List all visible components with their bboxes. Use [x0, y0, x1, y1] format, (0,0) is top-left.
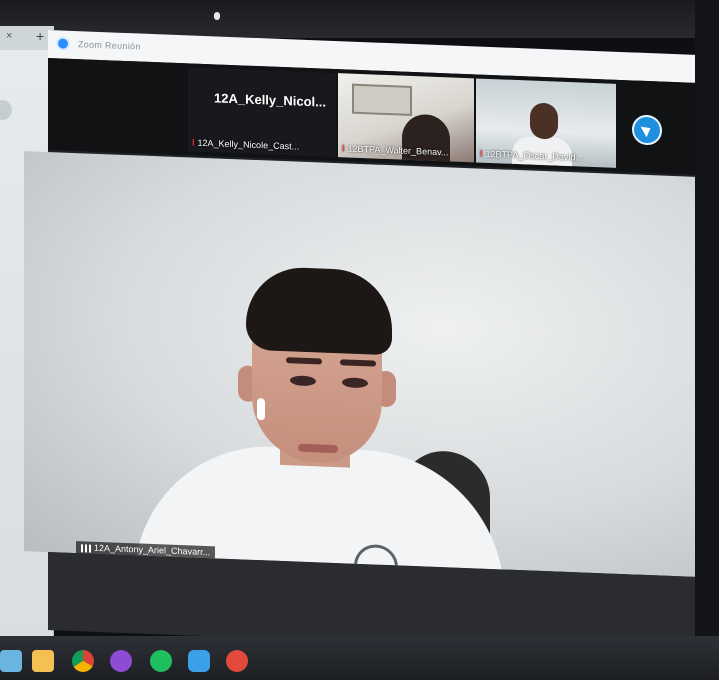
- background-shelf: [352, 83, 412, 116]
- side-panel-icon[interactable]: [0, 100, 12, 120]
- participant-video-person: [530, 102, 558, 140]
- tab-close-icon[interactable]: ×: [6, 30, 12, 42]
- active-speaker-video[interactable]: [24, 151, 719, 578]
- chrome-icon[interactable]: [72, 650, 94, 672]
- participant-tile[interactable]: 12A_Kelly_Nicol... ǀ 12A_Kelly_Nicole_Cas…: [188, 67, 336, 158]
- earbud: [257, 398, 265, 421]
- next-page-button[interactable]: [632, 114, 662, 146]
- window-title: Zoom Reunión: [78, 39, 141, 52]
- zoom-meeting-window: Zoom Reunión 12A_Kelly_Nicol... ǀ 12A_Kel…: [24, 30, 719, 655]
- folder-icon[interactable]: [32, 650, 54, 672]
- store-icon[interactable]: [0, 650, 22, 672]
- mic-muted-icon: ǀ: [342, 143, 345, 154]
- browser-tab-bar: × +: [0, 26, 54, 50]
- red-app-icon[interactable]: [226, 650, 248, 672]
- speaker-mouth: [298, 443, 338, 454]
- zoom-logo-icon: [56, 36, 70, 51]
- webcam-light: [214, 12, 220, 20]
- purple-app-icon[interactable]: [110, 650, 132, 672]
- participant-name-center: 12A_Kelly_Nicol...: [214, 90, 326, 110]
- signal-icon: [81, 543, 91, 553]
- windows-taskbar: [0, 636, 719, 680]
- participant-label: ǀ 12A_Kelly_Nicole_Cast...: [192, 138, 299, 152]
- mic-muted-icon: ǀ: [480, 148, 483, 159]
- speaker-hair: [246, 265, 392, 356]
- zoom-icon[interactable]: [188, 650, 210, 672]
- participant-label-text: 12A_Kelly_Nicole_Cast...: [197, 137, 300, 152]
- whatsapp-icon[interactable]: [150, 650, 172, 672]
- mic-muted-icon: ǀ: [192, 137, 195, 148]
- new-tab-icon[interactable]: +: [36, 28, 44, 44]
- participant-tile[interactable]: ǀ 12BTPA_Walter_Benav...: [338, 73, 474, 163]
- monitor-bezel-right: [695, 0, 719, 680]
- participant-tile[interactable]: ǀ 12BTPA_Oscar_David...: [476, 78, 616, 168]
